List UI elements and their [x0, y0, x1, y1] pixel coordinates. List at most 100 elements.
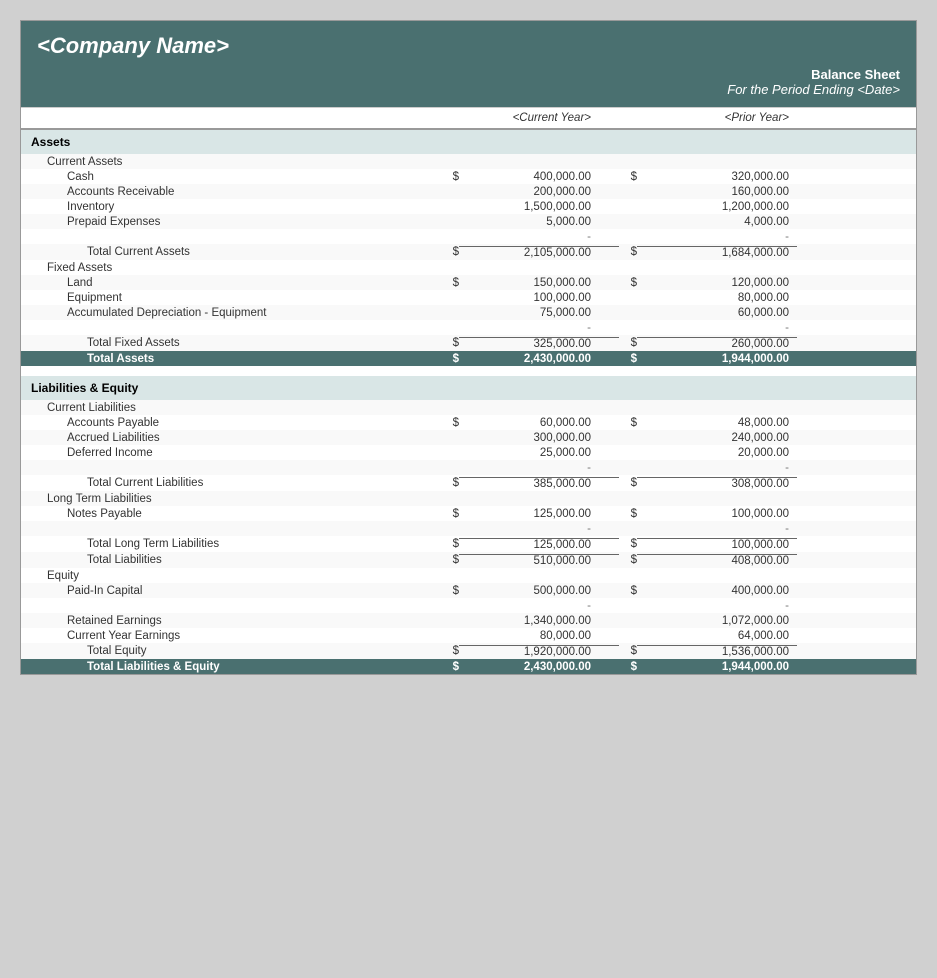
- amount-cy-total-cl: 385,000.00: [459, 477, 619, 490]
- amount-py-accrued-liab: 240,000.00: [637, 432, 797, 444]
- sign-cy-ap: $: [441, 417, 459, 429]
- sign-cy-notes-payable: $: [441, 508, 459, 520]
- sign-cy-total-assets: $: [441, 353, 459, 365]
- balance-sheet: <Company Name> Balance Sheet For the Per…: [20, 20, 917, 675]
- row-label-deferred-income: Deferred Income: [21, 447, 441, 459]
- amount-cy-paid-in-cap: 500,000.00: [459, 585, 619, 597]
- amount-py-paid-in-cap: 400,000.00: [637, 585, 797, 597]
- amount-py-total-ltl: 100,000.00: [637, 538, 797, 551]
- company-name: <Company Name>: [37, 33, 900, 59]
- sign-cy-total-liab: $: [441, 554, 459, 566]
- subtotal-row-total-ltl: Total Long Term Liabilities $ 125,000.00…: [21, 536, 916, 552]
- sub-header-equity-sub: Equity: [21, 568, 916, 583]
- amount-cy-other-fa: -: [459, 322, 619, 334]
- amount-cy-other-cl: -: [459, 462, 619, 474]
- amount-cy-accrued-liab: 300,000.00: [459, 432, 619, 444]
- sign-py-land: $: [619, 277, 637, 289]
- data-row-accrued-liab: Accrued Liabilities 300,000.00 240,000.0…: [21, 430, 916, 445]
- subtotal-row-total-ca: Total Current Assets $ 2,105,000.00 $ 1,…: [21, 244, 916, 260]
- amount-cy-total-ltl: 125,000.00: [459, 538, 619, 551]
- grand-total-row-total-liab-equity: Total Liabilities & Equity $ 2,430,000.0…: [21, 659, 916, 674]
- row-label-prepaid: Prepaid Expenses: [21, 216, 441, 228]
- header-right: Balance Sheet For the Period Ending <Dat…: [21, 63, 916, 107]
- subtotal-row-total-equity: Total Equity $ 1,920,000.00 $ 1,536,000.…: [21, 643, 916, 659]
- row-label-paid-in-cap: Paid-In Capital: [21, 585, 441, 597]
- amount-cy-inventory: 1,500,000.00: [459, 201, 619, 213]
- amount-cy-total-fa: 325,000.00: [459, 337, 619, 350]
- amount-cy-total-liab-equity: 2,430,000.00: [459, 661, 619, 673]
- subtotal-label-total-ltl: Total Long Term Liabilities: [21, 538, 441, 550]
- subtotal-label-total-equity: Total Equity: [21, 645, 441, 657]
- sign-py-total-assets: $: [619, 353, 637, 365]
- amount-cy-deferred-income: 25,000.00: [459, 447, 619, 459]
- amount-py-total-fa: 260,000.00: [637, 337, 797, 350]
- subtotal-row-total-liab: Total Liabilities $ 510,000.00 $ 408,000…: [21, 552, 916, 568]
- amount-py-land: 120,000.00: [637, 277, 797, 289]
- amount-py-total-equity: 1,536,000.00: [637, 645, 797, 658]
- row-label-ar: Accounts Receivable: [21, 186, 441, 198]
- account-col-header: [21, 112, 441, 124]
- sign-py-total-cl: $: [619, 477, 637, 489]
- data-row-other-fa: - -: [21, 320, 916, 335]
- subtotal-label-total-cl: Total Current Liabilities: [21, 477, 441, 489]
- amount-py-total-liab: 408,000.00: [637, 554, 797, 567]
- sign-cy-total-ltl: $: [441, 538, 459, 550]
- data-row-equipment: Equipment 100,000.00 80,000.00: [21, 290, 916, 305]
- sub-header-label: Current Liabilities: [21, 402, 441, 414]
- grand-total-label-total-assets: Total Assets: [21, 353, 441, 365]
- amount-py-notes-payable: 100,000.00: [637, 508, 797, 520]
- amount-py-other-ca: -: [637, 231, 797, 243]
- amount-py-total-assets: 1,944,000.00: [637, 353, 797, 365]
- sign-py-ap: $: [619, 417, 637, 429]
- sign-cy-total-fa: $: [441, 337, 459, 349]
- data-row-other-ca: - -: [21, 229, 916, 244]
- sub-header-label: Equity: [21, 570, 441, 582]
- data-row-other-equity: - -: [21, 598, 916, 613]
- data-row-current-year-earnings: Current Year Earnings 80,000.00 64,000.0…: [21, 628, 916, 643]
- amount-py-other-cl: -: [637, 462, 797, 474]
- amount-py-ar: 160,000.00: [637, 186, 797, 198]
- sub-header-label: Fixed Assets: [21, 262, 441, 274]
- subtotal-label-total-fa: Total Fixed Assets: [21, 337, 441, 349]
- data-row-paid-in-cap: Paid-In Capital $ 500,000.00 $ 400,000.0…: [21, 583, 916, 598]
- header-top: <Company Name>: [21, 21, 916, 63]
- amount-cy-ar: 200,000.00: [459, 186, 619, 198]
- prior-year-header: <Prior Year>: [637, 112, 797, 124]
- amount-py-equipment: 80,000.00: [637, 292, 797, 304]
- row-label-notes-payable: Notes Payable: [21, 508, 441, 520]
- sign-py-total-fa: $: [619, 337, 637, 349]
- amount-cy-total-liab: 510,000.00: [459, 554, 619, 567]
- amount-py-current-year-earnings: 64,000.00: [637, 630, 797, 642]
- amount-py-other-equity: -: [637, 600, 797, 612]
- amount-cy-retained-earnings: 1,340,000.00: [459, 615, 619, 627]
- sign-py-total-ca: $: [619, 246, 637, 258]
- data-row-other-ltl: - -: [21, 521, 916, 536]
- data-row-prepaid: Prepaid Expenses 5,000.00 4,000.00: [21, 214, 916, 229]
- amount-cy-prepaid: 5,000.00: [459, 216, 619, 228]
- section-header-liab-equity-header: Liabilities & Equity: [21, 376, 916, 400]
- sub-header-fixed-assets-sub: Fixed Assets: [21, 260, 916, 275]
- data-row-notes-payable: Notes Payable $ 125,000.00 $ 100,000.00: [21, 506, 916, 521]
- subtotal-label-total-liab: Total Liabilities: [21, 554, 441, 566]
- sign-cy-total-liab-equity: $: [441, 661, 459, 673]
- sign-cy-paid-in-cap: $: [441, 585, 459, 597]
- sub-header-label: Long Term Liabilities: [21, 493, 441, 505]
- sign-py-total-liab-equity: $: [619, 661, 637, 673]
- data-row-accum-dep: Accumulated Depreciation - Equipment 75,…: [21, 305, 916, 320]
- sign-cy-total-ca: $: [441, 246, 459, 258]
- current-year-header: <Current Year>: [459, 112, 619, 124]
- sign-cy-total-cl: $: [441, 477, 459, 489]
- table-body: Assets Current Assets Cash $ 400,000.00 …: [21, 130, 916, 674]
- amount-py-other-ltl: -: [637, 523, 797, 535]
- sub-header-label: Current Assets: [21, 156, 441, 168]
- sign-cy-total-equity: $: [441, 645, 459, 657]
- data-row-cash: Cash $ 400,000.00 $ 320,000.00: [21, 169, 916, 184]
- amount-cy-other-ltl: -: [459, 523, 619, 535]
- spacer-row: [21, 366, 916, 376]
- row-label-land: Land: [21, 277, 441, 289]
- row-label-ap: Accounts Payable: [21, 417, 441, 429]
- amount-cy-current-year-earnings: 80,000.00: [459, 630, 619, 642]
- sub-header-current-assets-sub: Current Assets: [21, 154, 916, 169]
- sign-py-notes-payable: $: [619, 508, 637, 520]
- amount-py-cash: 320,000.00: [637, 171, 797, 183]
